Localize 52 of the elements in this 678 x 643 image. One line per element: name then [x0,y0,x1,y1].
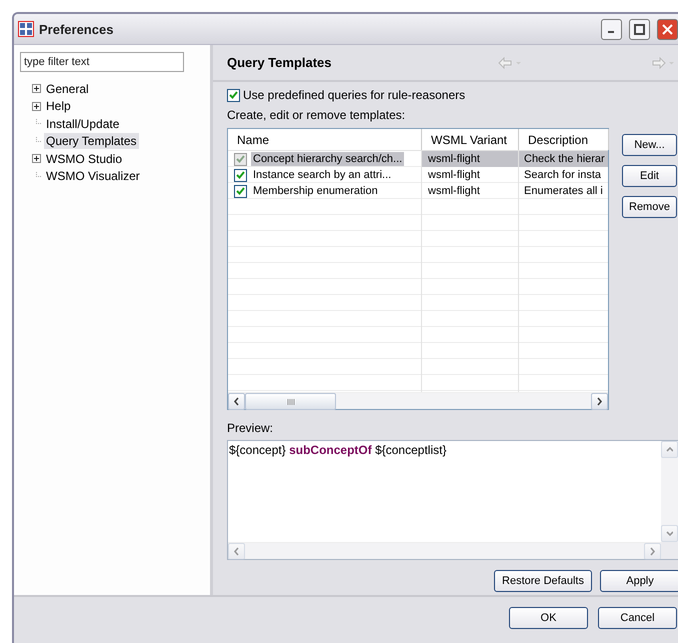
expand-icon[interactable] [32,84,41,94]
checkbox-label[interactable]: Use predefined queries for rule-reasoners [243,88,466,102]
maximize-icon [634,24,645,34]
close-icon [662,24,673,34]
scroll-left-button[interactable] [228,393,245,410]
tree-item[interactable]: General [44,80,91,97]
scroll-down-button[interactable] [661,525,678,542]
restore-defaults-button[interactable]: Restore Defaults [494,570,592,592]
table-cell[interactable]: Membership enumeration [251,184,380,198]
expand-icon[interactable] [32,154,41,164]
table-cell: Check the hierar [519,151,608,167]
preview-label: Preview: [227,421,274,435]
checkbox[interactable] [227,88,240,102]
tree-item[interactable]: Query Templates [44,133,138,150]
close-button[interactable] [657,18,678,40]
tree-item[interactable]: WSMO Visualizer [44,168,142,184]
tree-item[interactable]: Help [44,98,73,114]
preview-text: ${concept} subConceptOf ${conceptlist} [228,442,448,459]
table-cell: wsml-flight [422,167,519,183]
vertical-scrollbar[interactable] [661,441,678,542]
page-title: Query Templates [227,55,332,70]
horizontal-scrollbar[interactable] [228,392,608,409]
scroll-right-button[interactable] [591,393,608,410]
column-header[interactable]: Name [228,129,422,150]
tree-item[interactable]: Install/Update [44,116,122,132]
expand-icon[interactable] [32,102,41,111]
table-cell[interactable]: Instance search by an attri... [251,168,394,182]
window-title: Preferences [39,22,114,36]
side-button[interactable]: New... [622,134,677,156]
table-cell[interactable]: Concept hierarchy search/ch... [251,152,404,166]
checkbox[interactable] [234,152,247,166]
column-header[interactable]: WSML Variant [422,129,519,150]
side-button[interactable]: Remove [622,196,677,218]
minimize-button[interactable] [601,18,622,40]
side-button[interactable]: Edit [622,165,677,187]
checkbox[interactable] [234,184,247,198]
app-logo-icon [18,21,34,37]
apply-button[interactable]: Apply [600,570,678,592]
table-label: Create, edit or remove templates: [227,108,406,122]
scroll-up-button[interactable] [661,441,678,458]
table-cell: Search for insta [519,167,608,183]
table-cell: Enumerates all i [519,183,608,199]
column-header[interactable]: Description [519,129,609,150]
tree-item[interactable]: WSMO Studio [44,150,124,167]
table-cell: wsml-flight [422,183,519,199]
table-cell: wsml-flight [422,151,519,167]
scroll-thumb[interactable] [245,393,336,410]
maximize-button[interactable] [629,18,650,40]
dialog-button[interactable]: Cancel [598,607,677,629]
checkbox[interactable] [234,168,247,182]
dialog-button[interactable]: OK [509,607,588,629]
filter-field[interactable]: type filter text [20,52,184,72]
